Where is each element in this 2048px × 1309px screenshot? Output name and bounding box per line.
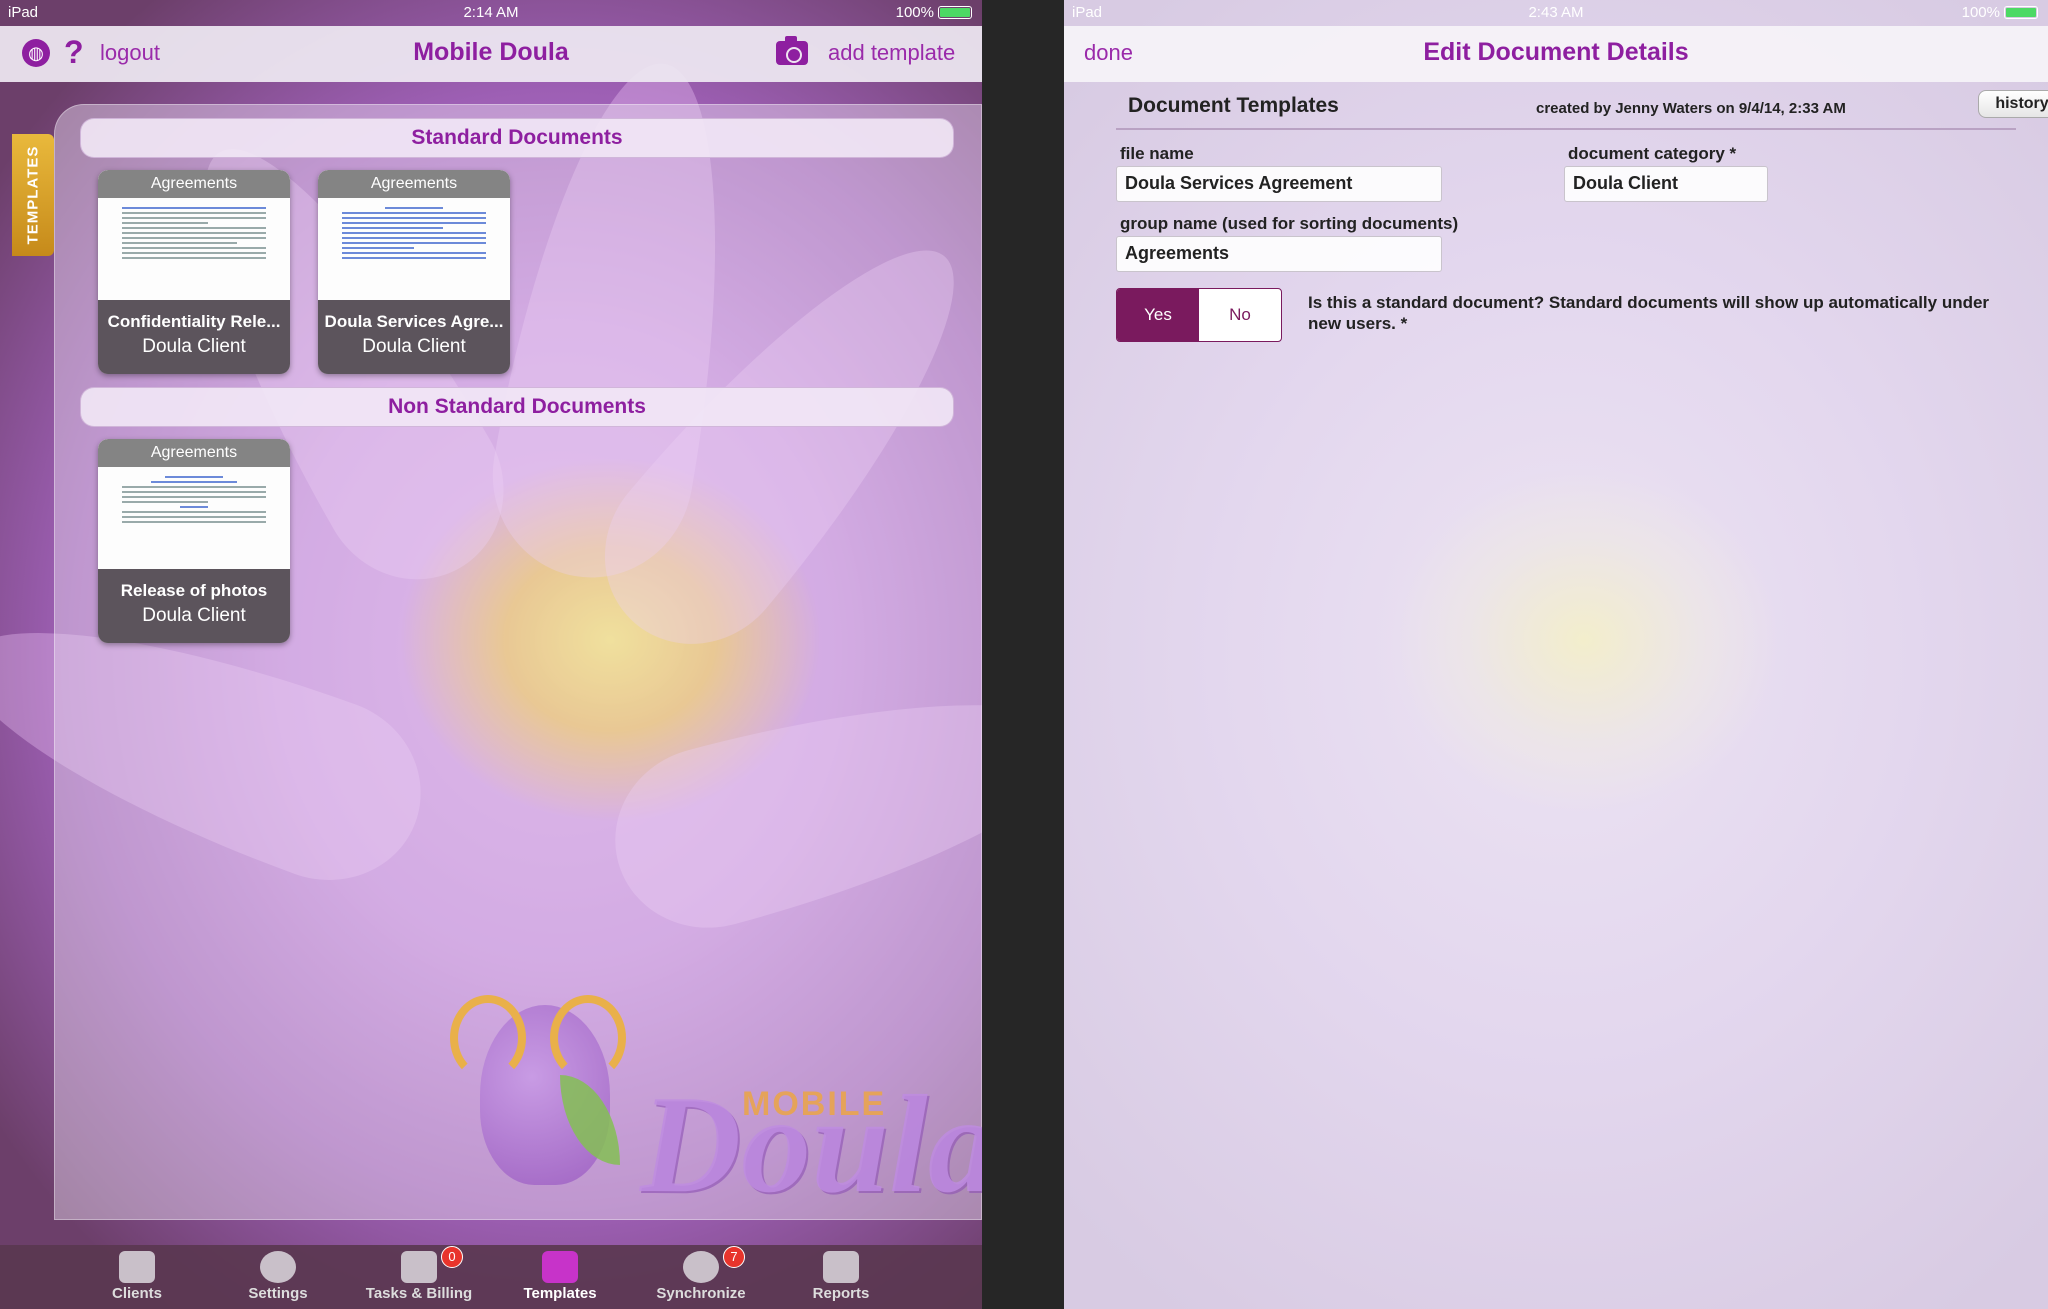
status-bar: iPad 2:43 AM 100% <box>1064 0 2048 26</box>
card-footer: Confidentiality Rele... Doula Client <box>98 300 290 374</box>
card-footer: Release of photos Doula Client <box>98 569 290 643</box>
group-name-field[interactable]: Agreements <box>1116 236 1442 272</box>
battery-percent: 100% <box>1961 4 2000 21</box>
card-subtitle: Doula Client <box>362 336 466 357</box>
templates-side-tab-label: TEMPLATES <box>24 145 42 245</box>
tab-synchronize[interactable]: 7 Synchronize <box>631 1246 771 1302</box>
card-title: Confidentiality Rele... <box>107 312 281 331</box>
created-info: created by Jenny Waters on 9/4/14, 2:33 … <box>1536 100 1846 117</box>
tab-label: Synchronize <box>656 1285 746 1302</box>
card-group-label: Agreements <box>98 439 290 467</box>
history-button[interactable]: history <box>1978 90 2048 118</box>
tasks-badge: 0 <box>441 1246 463 1268</box>
tab-label: Tasks & Billing <box>365 1285 473 1302</box>
card-title: Release of photos <box>120 581 268 600</box>
battery-status: 100% <box>896 4 972 21</box>
page-title: Edit Document Details <box>1423 38 1689 66</box>
document-templates-header: Document Templates created by Jenny Wate… <box>1116 90 2048 130</box>
document-thumbnail <box>98 467 290 569</box>
document-category-label: document category * <box>1568 144 1737 163</box>
card-subtitle: Doula Client <box>142 336 246 357</box>
tab-settings[interactable]: Settings <box>208 1249 348 1302</box>
file-name-label: file name <box>1120 144 1194 163</box>
battery-percent: 100% <box>895 4 934 21</box>
logo-mobile-text: MOBILE <box>742 1085 887 1123</box>
reports-icon <box>823 1251 859 1283</box>
group-name-label: group name (used for sorting documents) <box>1120 214 1459 233</box>
tab-label: Reports <box>812 1285 870 1302</box>
battery-icon <box>2004 6 2038 19</box>
no-option[interactable]: No <box>1199 289 1281 341</box>
document-card[interactable]: Agreements Doula Services Agre... Doula … <box>318 170 510 374</box>
battery-icon <box>938 6 972 19</box>
edit-document-screen: iPad 2:43 AM 100% done Edit Document Det… <box>1064 0 2048 1309</box>
file-name-field[interactable]: Doula Services Agreement <box>1116 166 1442 202</box>
document-thumbnail <box>318 198 510 300</box>
tab-bar: Clients Settings 0 Tasks & Billing Templ… <box>0 1245 982 1309</box>
tab-label: Clients <box>111 1285 162 1302</box>
card-group-label: Agreements <box>318 170 510 198</box>
nav-bar: done Edit Document Details <box>1064 26 2048 82</box>
tab-clients[interactable]: Clients <box>67 1249 207 1302</box>
status-time: 2:14 AM <box>463 4 519 21</box>
section-title: Document Templates <box>1128 94 1339 117</box>
card-footer: Doula Services Agre... Doula Client <box>318 300 510 374</box>
standard-document-toggle: Yes No <box>1116 288 1282 342</box>
inbox-tray-icon <box>542 1251 578 1283</box>
yes-option[interactable]: Yes <box>1117 289 1199 341</box>
gear-icon <box>260 1251 296 1283</box>
tab-label: Settings <box>248 1285 308 1302</box>
status-bar: iPad 2:14 AM 100% <box>0 0 982 26</box>
card-group-label: Agreements <box>98 170 290 198</box>
document-category-field[interactable]: Doula Client <box>1564 166 1768 202</box>
add-template-button[interactable]: add template <box>828 40 955 66</box>
status-time: 2:43 AM <box>1528 4 1584 21</box>
tab-label: Templates <box>523 1285 597 1302</box>
battery-status: 100% <box>1962 4 2038 21</box>
camera-icon[interactable] <box>776 36 808 65</box>
document-card[interactable]: Agreements Release of photos Doula Clien… <box>98 439 290 643</box>
document-card[interactable]: Agreements Confidentiality Rele... Doula… <box>98 170 290 374</box>
nav-bar: ◍ ? logout Mobile Doula add template <box>0 26 982 82</box>
tasks-billing-icon <box>401 1251 437 1283</box>
standard-document-question: Is this a standard document? Standard do… <box>1308 293 1990 333</box>
standard-documents-header: Standard Documents <box>80 118 954 158</box>
mobile-doula-logo: Doula MOBILE <box>450 985 982 1215</box>
clients-icon <box>119 1251 155 1283</box>
card-title: Doula Services Agre... <box>324 312 504 331</box>
tab-templates[interactable]: Templates <box>490 1249 630 1302</box>
tab-reports[interactable]: Reports <box>771 1249 911 1302</box>
templates-side-tab[interactable]: TEMPLATES <box>12 134 54 256</box>
card-subtitle: Doula Client <box>142 605 246 626</box>
document-thumbnail <box>98 198 290 300</box>
tab-tasks-billing[interactable]: 0 Tasks & Billing <box>349 1246 489 1302</box>
sync-icon <box>683 1251 719 1283</box>
templates-screen: iPad 2:14 AM 100% ◍ ? logout Mobile Doul… <box>0 0 982 1309</box>
sync-badge: 7 <box>723 1246 745 1268</box>
non-standard-documents-header: Non Standard Documents <box>80 387 954 427</box>
